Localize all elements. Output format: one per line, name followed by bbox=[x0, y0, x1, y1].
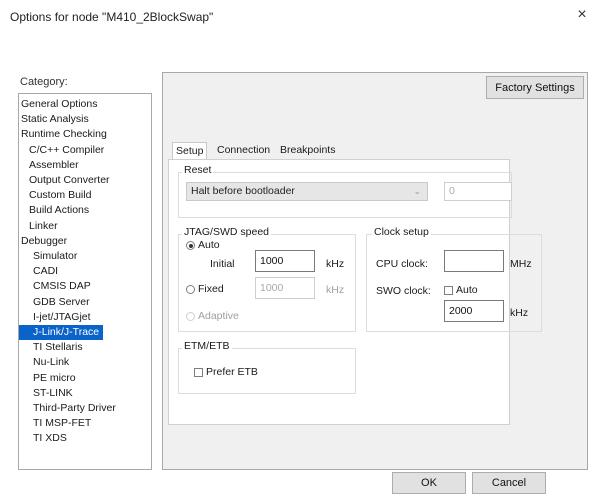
reset-select[interactable]: Halt before bootloader ⌄ bbox=[186, 182, 428, 201]
category-item-st-link[interactable]: ST-LINK bbox=[19, 386, 77, 401]
category-item-i-jet-jtagjet[interactable]: I-jet/JTAGjet bbox=[19, 310, 95, 325]
reset-delay-input[interactable]: 0 bbox=[444, 182, 512, 201]
category-item-assembler[interactable]: Assembler bbox=[19, 158, 83, 173]
category-item-ti-msp-fet[interactable]: TI MSP-FET bbox=[19, 416, 95, 431]
category-item-cadi[interactable]: CADI bbox=[19, 264, 62, 279]
cpu-clock-input[interactable] bbox=[444, 250, 504, 272]
chevron-down-icon: ⌄ bbox=[413, 186, 421, 196]
tab-breakpoints[interactable]: Breakpoints bbox=[277, 142, 338, 159]
initial-speed-input[interactable]: 1000 bbox=[255, 250, 315, 272]
category-item-custom-build[interactable]: Custom Build bbox=[19, 188, 95, 203]
tab-setup[interactable]: Setup bbox=[172, 142, 208, 160]
auto-radio[interactable] bbox=[186, 241, 195, 250]
swo-auto-checkbox[interactable] bbox=[444, 286, 453, 295]
fixed-unit: kHz bbox=[326, 284, 345, 296]
category-item-output-converter[interactable]: Output Converter bbox=[19, 173, 114, 188]
jtag-group-title: JTAG/SWD speed bbox=[182, 226, 271, 238]
category-item-third-party-driver[interactable]: Third-Party Driver bbox=[19, 401, 120, 416]
category-item-gdb-server[interactable]: GDB Server bbox=[19, 295, 94, 310]
category-item-nu-link[interactable]: Nu-Link bbox=[19, 355, 73, 370]
category-item-j-link-j-trace[interactable]: J-Link/J-Trace bbox=[19, 325, 104, 340]
category-item-build-actions[interactable]: Build Actions bbox=[19, 203, 93, 218]
category-label: Category: bbox=[20, 76, 68, 88]
adaptive-radio-label: Adaptive bbox=[198, 310, 239, 322]
cpu-clock-label: CPU clock: bbox=[376, 258, 428, 270]
close-icon[interactable]: × bbox=[570, 4, 594, 26]
category-item-debugger[interactable]: Debugger bbox=[19, 234, 71, 249]
prefer-etb-checkbox[interactable] bbox=[194, 368, 203, 377]
reset-select-value: Halt before bootloader bbox=[191, 185, 295, 197]
category-item-pe-micro[interactable]: PE micro bbox=[19, 371, 80, 386]
etm-group bbox=[178, 348, 356, 394]
prefer-etb-label: Prefer ETB bbox=[206, 366, 258, 378]
category-item-linker[interactable]: Linker bbox=[19, 219, 62, 234]
fixed-speed-input[interactable]: 1000 bbox=[255, 277, 315, 299]
initial-label: Initial bbox=[210, 258, 235, 270]
initial-unit: kHz bbox=[326, 258, 345, 270]
category-item-cmsis-dap[interactable]: CMSIS DAP bbox=[19, 279, 95, 294]
auto-radio-label: Auto bbox=[198, 239, 220, 251]
swo-clock-input[interactable]: 2000 bbox=[444, 300, 504, 322]
etm-group-title: ETM/ETB bbox=[182, 340, 232, 352]
window-title: Options for node "M410_2BlockSwap" bbox=[10, 10, 214, 24]
category-item-ti-xds[interactable]: TI XDS bbox=[19, 431, 71, 446]
factory-settings-button[interactable]: Factory Settings bbox=[486, 76, 584, 99]
category-item-static-analysis[interactable]: Static Analysis bbox=[19, 112, 93, 127]
category-item-runtime-checking[interactable]: Runtime Checking bbox=[19, 127, 111, 142]
category-item-simulator[interactable]: Simulator bbox=[19, 249, 81, 264]
tab-connection[interactable]: Connection bbox=[214, 142, 273, 159]
swo-auto-label: Auto bbox=[456, 284, 478, 296]
swo-clock-label: SWO clock: bbox=[376, 285, 431, 297]
clock-group-title: Clock setup bbox=[372, 226, 431, 238]
cpu-clock-unit: MHz bbox=[510, 258, 532, 270]
category-item-ti-stellaris[interactable]: TI Stellaris bbox=[19, 340, 87, 355]
reset-group-title: Reset bbox=[182, 164, 214, 176]
fixed-radio[interactable] bbox=[186, 285, 195, 294]
swo-clock-unit: kHz bbox=[510, 307, 529, 319]
cancel-button[interactable]: Cancel bbox=[472, 472, 546, 494]
category-list[interactable]: General Options Static Analysis Runtime Ch… bbox=[18, 93, 152, 470]
ok-button[interactable]: OK bbox=[392, 472, 466, 494]
fixed-radio-label: Fixed bbox=[198, 283, 224, 295]
category-item-general-options[interactable]: General Options bbox=[19, 97, 101, 112]
category-item-c-c-compiler[interactable]: C/C++ Compiler bbox=[19, 143, 108, 158]
adaptive-radio[interactable] bbox=[186, 312, 195, 321]
